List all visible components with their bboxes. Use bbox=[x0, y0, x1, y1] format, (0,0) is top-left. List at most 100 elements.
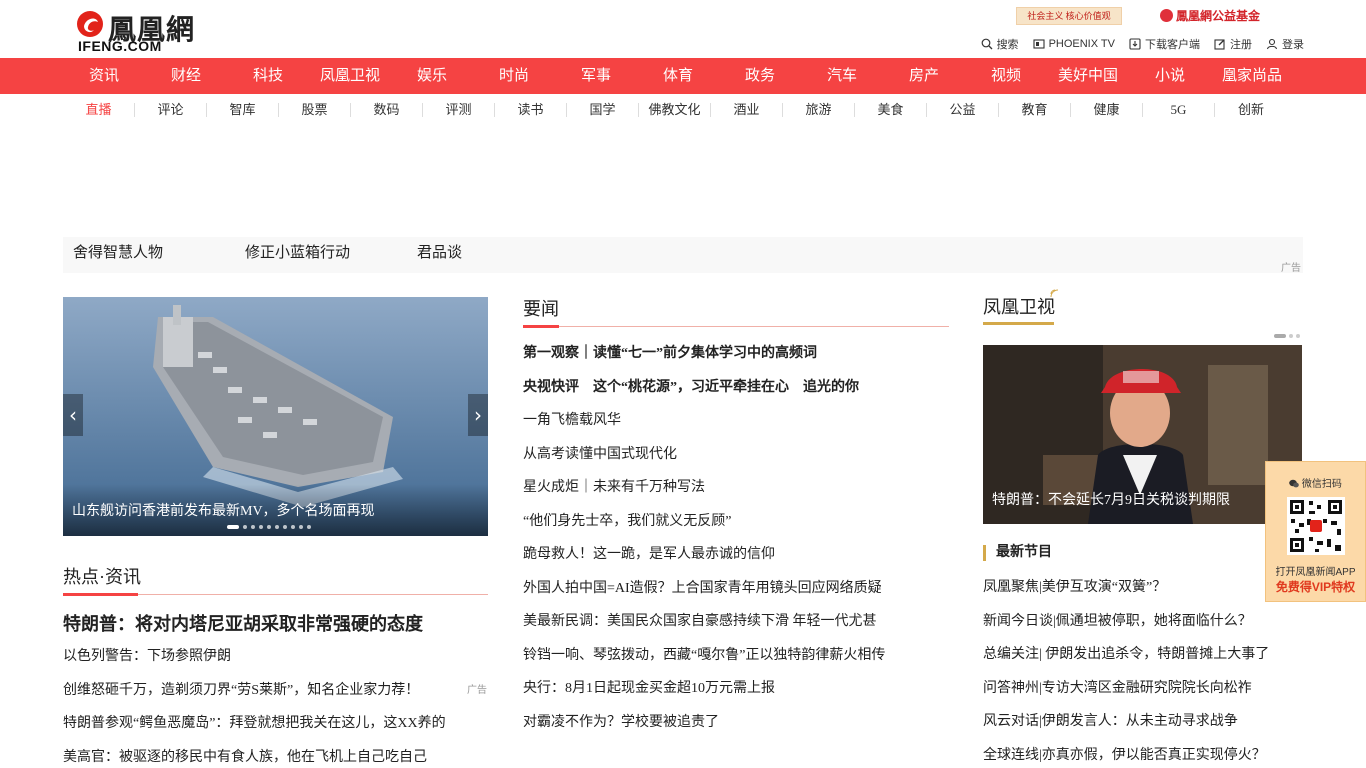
qr-line1: 打开凤凰新闻APP bbox=[1275, 567, 1356, 578]
list-item[interactable]: 外国人拍中国=AI造假？上合国家青年用镜头回应网络质疑 bbox=[523, 572, 949, 606]
nav-item-beautiful-china[interactable]: 美好中国 bbox=[1047, 58, 1129, 94]
list-item[interactable]: 第一观察｜读懂“七一”前夕集体学习中的高频词 bbox=[523, 337, 949, 371]
subnav-item-guoxue[interactable]: 国学 bbox=[567, 103, 639, 117]
register-label: 注册 bbox=[1230, 39, 1252, 51]
list-item[interactable]: 凤凰聚焦|美伊互攻演“双簧”？ bbox=[983, 571, 1303, 605]
carousel-dot[interactable] bbox=[267, 525, 271, 529]
carousel-dot[interactable] bbox=[251, 525, 255, 529]
nav-item-entertainment[interactable]: 娱乐 bbox=[391, 58, 473, 94]
nav-item-news[interactable]: 资讯 bbox=[63, 58, 145, 94]
latest-programs-label: 最新节目 bbox=[983, 545, 1052, 561]
subnav-item-buddhism[interactable]: 佛教文化 bbox=[639, 103, 711, 117]
carousel-dot[interactable] bbox=[259, 525, 263, 529]
carousel-dot[interactable] bbox=[283, 525, 287, 529]
list-item[interactable]: “他们身先士卒，我们就义无反顾” bbox=[523, 505, 949, 539]
ad-link[interactable]: 舍得智慧人物 bbox=[73, 237, 245, 269]
subnav-item-digital[interactable]: 数码 bbox=[351, 103, 423, 117]
carousel-prev-button[interactable]: ‹ bbox=[63, 394, 83, 436]
carousel-next-button[interactable]: › bbox=[468, 394, 488, 436]
nav-item-phoenix-tv[interactable]: 凤凰卫视 bbox=[309, 58, 391, 94]
subnav-item-travel[interactable]: 旅游 bbox=[783, 103, 855, 117]
carousel-dot[interactable] bbox=[243, 525, 247, 529]
nav-item-shop[interactable]: 凰家尚品 bbox=[1211, 58, 1293, 94]
list-item[interactable]: 特朗普参观“鳄鱼恶魔岛”：拜登就想把我关在这儿，这XX养的 bbox=[63, 707, 446, 741]
video-dot[interactable] bbox=[1296, 334, 1300, 338]
ifeng-logo[interactable]: 鳳凰網 IFENG.COM bbox=[76, 8, 206, 54]
list-item[interactable]: 央行：8月1日起现金买金超10万元需上报 bbox=[523, 672, 949, 706]
nav-item-government[interactable]: 政务 bbox=[719, 58, 801, 94]
login-link[interactable]: 登录 bbox=[1266, 36, 1304, 52]
list-item[interactable]: 一角飞檐载风华 bbox=[523, 404, 949, 438]
download-app-link[interactable]: 下载客户端 bbox=[1129, 36, 1200, 52]
subnav-item-wine[interactable]: 酒业 bbox=[711, 103, 783, 117]
nav-item-military[interactable]: 军事 bbox=[555, 58, 637, 94]
list-item[interactable]: 从高考读懂中国式现代化 bbox=[523, 438, 949, 472]
list-item[interactable]: 风云对话|伊朗发言人：从未主动寻求战争 bbox=[983, 705, 1303, 739]
subnav-item-charity[interactable]: 公益 bbox=[927, 103, 999, 117]
list-item[interactable]: 央视快评 这个“桃花源”，习近平牵挂在心 追光的你 bbox=[523, 371, 949, 405]
nav-item-video[interactable]: 视频 bbox=[965, 58, 1047, 94]
nav-item-auto[interactable]: 汽车 bbox=[801, 58, 883, 94]
hot-headline[interactable]: 特朗普：将对内塔尼亚胡采取非常强硬的态度 bbox=[63, 610, 423, 636]
list-item[interactable]: 对霸凌不作为？学校要被追责了 bbox=[523, 706, 949, 740]
carousel-dot[interactable] bbox=[307, 525, 311, 529]
subnav-item-food[interactable]: 美食 bbox=[855, 103, 927, 117]
subnav-item-5g[interactable]: 5G bbox=[1143, 103, 1215, 117]
top-news-divider bbox=[523, 325, 949, 328]
list-item[interactable]: 美最新民调：美国民众国家自豪感持续下滑 年轻一代尤甚 bbox=[523, 605, 949, 639]
list-item[interactable]: 铃铛一响、琴弦拨动，西藏“嘎尔鲁”正以独特韵律薪火相传 bbox=[523, 639, 949, 673]
hot-news-divider bbox=[63, 593, 488, 596]
nav-item-finance[interactable]: 财经 bbox=[145, 58, 227, 94]
phoenix-tv-title[interactable]: 凤凰卫视 bbox=[983, 293, 1055, 319]
hot-news-title: 热点·资讯 bbox=[63, 567, 141, 587]
list-item[interactable]: 星火成炬｜未来有千万种写法 bbox=[523, 471, 949, 505]
phoenix-logo-icon bbox=[77, 11, 103, 37]
subnav-item-stocks[interactable]: 股票 bbox=[279, 103, 351, 117]
nav-item-sports[interactable]: 体育 bbox=[637, 58, 719, 94]
subnav-item-comment[interactable]: 评论 bbox=[135, 103, 207, 117]
phoenix-tv-link[interactable]: PHOENIX TV bbox=[1033, 36, 1115, 52]
carousel-dot[interactable] bbox=[291, 525, 295, 529]
subnav-item-review[interactable]: 评测 bbox=[423, 103, 495, 117]
search-link[interactable]: 搜索 bbox=[981, 36, 1019, 52]
list-item[interactable]: 全球连线|亦真亦假，伊以能否真正实现停火？ bbox=[983, 739, 1303, 768]
featured-video[interactable]: 特朗普：不会延长7月9日关税谈判期限 bbox=[983, 345, 1302, 524]
latest-programs-list: 凤凰聚焦|美伊互攻演“双簧”？ 新闻今日谈|佩通坦被停职，她将面临什么？ 总编关… bbox=[983, 571, 1303, 768]
subnav-item-education[interactable]: 教育 bbox=[999, 103, 1071, 117]
list-item[interactable]: 创维怒砸千万，造剃须刀界“劳S莱斯”，知名企业家力荐！ 广告 bbox=[63, 674, 487, 708]
nav-item-tech[interactable]: 科技 bbox=[227, 58, 309, 94]
carousel-dot[interactable] bbox=[275, 525, 279, 529]
promo-banner[interactable]: 社会主义 核心价值观 bbox=[1016, 7, 1122, 25]
charity-link[interactable]: 鳳凰網公益基金 bbox=[1160, 7, 1260, 24]
qr-title-text: 微信扫码 bbox=[1301, 479, 1342, 490]
carousel-caption[interactable]: 山东舰访问香港前发布最新MV，多个名场面再现 bbox=[72, 500, 375, 520]
subnav-item-live[interactable]: 直播 bbox=[63, 103, 135, 117]
register-link[interactable]: 注册 bbox=[1214, 36, 1252, 52]
ad-link[interactable]: 修正小蓝箱行动 bbox=[245, 237, 417, 269]
subnav-item-health[interactable]: 健康 bbox=[1071, 103, 1143, 117]
qr-code bbox=[1287, 497, 1345, 555]
carousel-dot[interactable] bbox=[299, 525, 303, 529]
subnav-item-think-tank[interactable]: 智库 bbox=[207, 103, 279, 117]
list-item[interactable]: 跪母救人！这一跪，是军人最赤诚的信仰 bbox=[523, 538, 949, 572]
list-item[interactable]: 问答神州|专访大湾区金融研究院院长向松祚 bbox=[983, 672, 1303, 706]
nav-item-novel[interactable]: 小说 bbox=[1129, 58, 1211, 94]
nav-item-fashion[interactable]: 时尚 bbox=[473, 58, 555, 94]
tv-icon bbox=[1033, 39, 1045, 49]
app-qr-float[interactable]: 微信扫码 打开凤凰新闻APP 免费得VIP特权 bbox=[1265, 461, 1366, 602]
ad-tag: 广告 bbox=[1281, 263, 1301, 274]
list-item[interactable]: 美高官：被驱逐的移民中有食人族，他在飞机上自己吃自己 bbox=[63, 741, 443, 768]
headline-carousel[interactable]: ‹ › 山东舰访问香港前发布最新MV，多个名场面再现 bbox=[63, 297, 488, 536]
subnav-item-innovation[interactable]: 创新 bbox=[1215, 103, 1287, 117]
video-dot[interactable] bbox=[1289, 334, 1293, 338]
subnav-item-books[interactable]: 读书 bbox=[495, 103, 567, 117]
list-item[interactable]: 以色列警告：下场参照伊朗 bbox=[63, 640, 443, 674]
video-dot[interactable] bbox=[1274, 334, 1286, 338]
nav-item-house[interactable]: 房产 bbox=[883, 58, 965, 94]
list-item[interactable]: 新闻今日谈|佩通坦被停职，她将面临什么？ bbox=[983, 605, 1303, 639]
list-item[interactable]: 总编关注| 伊朗发出追杀令，特朗普摊上大事了 bbox=[983, 638, 1303, 672]
ad-link[interactable]: 君品谈 bbox=[417, 237, 589, 269]
video-caption[interactable]: 特朗普：不会延长7月9日关税谈判期限 bbox=[992, 489, 1230, 509]
hot-news-list: 以色列警告：下场参照伊朗 创维怒砸千万，造剃须刀界“劳S莱斯”，知名企业家力荐！… bbox=[63, 640, 487, 768]
carousel-dot[interactable] bbox=[227, 525, 239, 529]
